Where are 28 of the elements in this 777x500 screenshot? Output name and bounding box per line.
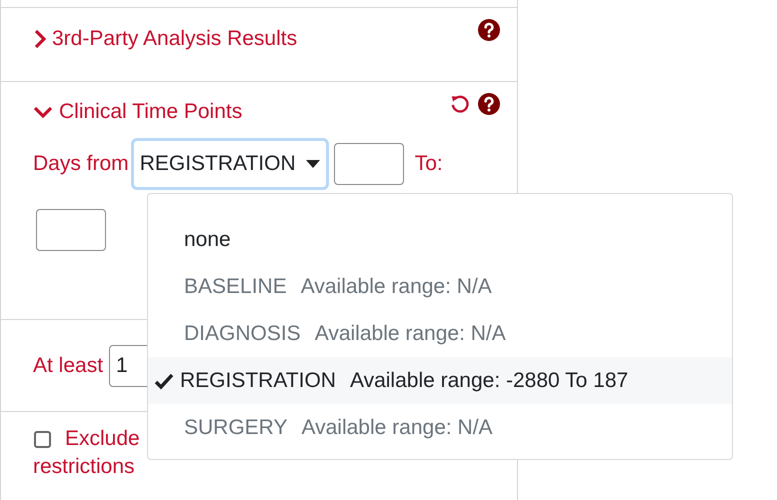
field-label: Days from xyxy=(33,151,129,178)
reset-icon[interactable] xyxy=(449,93,471,115)
chevron-down-icon[interactable] xyxy=(33,105,53,119)
checkbox[interactable] xyxy=(34,430,51,448)
section-title[interactable]: 3rd-Party Analysis Results xyxy=(52,25,298,53)
checkmark-icon xyxy=(154,372,174,390)
chevron-right-icon[interactable] xyxy=(33,29,46,49)
option-range: Available range: N/A xyxy=(301,414,493,441)
caret-icon xyxy=(306,160,320,168)
option-range: Available range: N/A xyxy=(314,320,506,347)
checkbox-label: Exclude xyxy=(65,426,140,452)
input-field[interactable] xyxy=(36,209,106,251)
option-name[interactable]: none xyxy=(184,224,231,256)
dropdown-option[interactable]: REGISTRATION Available range: -2880 To 187 xyxy=(148,357,732,404)
checkbox-label: restrictions xyxy=(33,454,136,480)
option-range: Available range: -2880 To 187 xyxy=(350,368,628,394)
option-name: SURGERY xyxy=(184,414,288,441)
option-range: Available range: N/A xyxy=(300,274,492,300)
field-label: To: xyxy=(414,151,443,178)
section-title[interactable]: Clinical Time Points xyxy=(59,98,242,126)
select-field[interactable]: REGISTRATION xyxy=(130,138,329,190)
option-name: BASELINE xyxy=(184,274,287,300)
field-label: At least xyxy=(33,352,104,379)
help-icon[interactable] xyxy=(477,18,501,42)
option-name[interactable]: REGISTRATION xyxy=(180,364,336,396)
help-icon[interactable] xyxy=(477,92,501,116)
input-field[interactable] xyxy=(334,143,404,185)
option-name: DIAGNOSIS xyxy=(184,320,301,347)
